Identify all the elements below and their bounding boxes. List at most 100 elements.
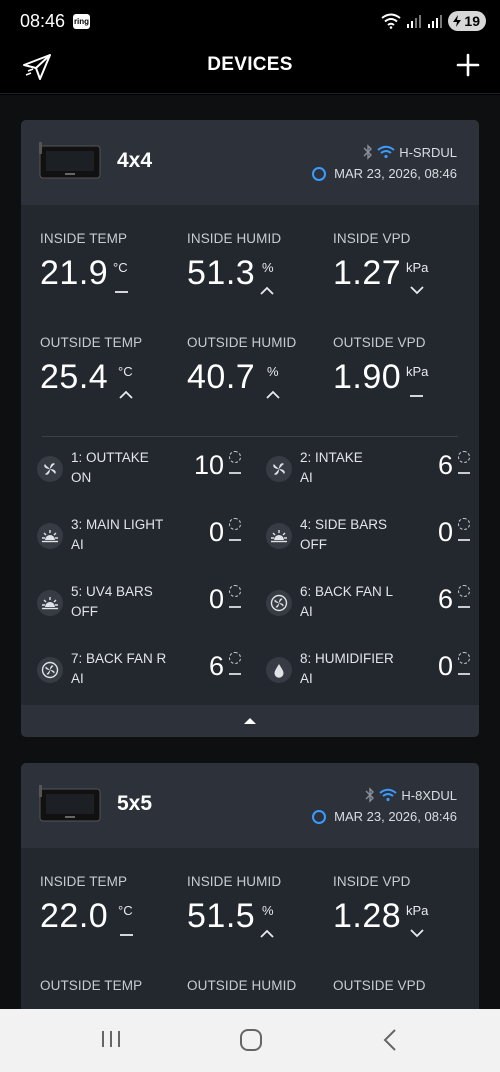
clip-fan-icon [266, 590, 292, 616]
port-level: 6 [437, 450, 453, 480]
auto-mode-icon [458, 451, 470, 463]
port-level: 10 [193, 450, 224, 480]
trend-flat-icon [229, 606, 241, 608]
metric-value: 51.3 [187, 254, 256, 292]
sensor-metrics[interactable]: INSIDE TEMP 21.9 °C INSIDE HUMID 51.3 % … [21, 205, 479, 437]
trend-flat-icon [120, 934, 133, 936]
port-7[interactable]: 7: BACK FAN R AI 6 [21, 651, 246, 701]
auto-mode-icon [458, 585, 470, 597]
port-mode: OFF [71, 604, 98, 619]
metric-label: OUTSIDE HUMID [187, 978, 297, 993]
recent-apps-button[interactable] [100, 1029, 122, 1049]
device-card-header[interactable]: 4x4 H-SRDUL MAR 23, 2026, 08:46 [21, 120, 479, 205]
device-card-header[interactable]: 5x5 H-8XDUL MAR 23, 2026, 08:46 [21, 763, 479, 848]
metric-label: INSIDE HUMID [187, 874, 282, 889]
outside-vpd-metric[interactable]: OUTSIDE VPD 1.90 kPa [333, 335, 479, 402]
wifi-status-icon [381, 13, 402, 29]
device-id: H-8XDUL [401, 787, 457, 803]
status-bar: 08:46 ring 19 [0, 0, 500, 44]
port-mode: AI [300, 470, 313, 485]
port-mode: AI [71, 537, 84, 552]
port-name: 2: INTAKE [300, 450, 363, 465]
bluetooth-icon [365, 787, 375, 803]
metric-label: INSIDE TEMP [40, 874, 128, 889]
inside-temp-metric[interactable]: INSIDE TEMP 21.9 °C [40, 231, 186, 298]
metric-unit: % [262, 903, 274, 918]
battery-level: 19 [464, 13, 480, 29]
port-level: 0 [208, 584, 224, 614]
port-5[interactable]: 5: UV4 BARS OFF 0 [21, 584, 246, 634]
outside-humid-metric[interactable]: OUTSIDE HUMID 40.7 % [187, 335, 333, 402]
sensor-metrics[interactable]: INSIDE TEMP 22.0 °C INSIDE HUMID 51.5 % … [21, 848, 479, 1009]
sync-status-icon [312, 166, 327, 181]
port-3[interactable]: 3: MAIN LIGHT AI 0 [21, 517, 246, 567]
outside-temp-metric[interactable]: OUTSIDE TEMP 25.4 °C [40, 335, 186, 402]
trend-flat-icon [410, 395, 423, 397]
sync-timestamp: MAR 23, 2026, 08:46 [334, 809, 457, 824]
metric-label: OUTSIDE HUMID [187, 335, 297, 350]
trend-up-icon [266, 390, 280, 399]
metric-unit: kPa [406, 903, 429, 918]
home-button[interactable] [239, 1028, 263, 1052]
outside-humid-metric[interactable]: OUTSIDE HUMID [187, 978, 333, 993]
trend-flat-icon [229, 472, 241, 474]
inside-vpd-metric[interactable]: INSIDE VPD 1.27 kPa [333, 231, 479, 298]
auto-mode-icon [229, 451, 241, 463]
outside-temp-metric[interactable]: OUTSIDE TEMP [40, 978, 186, 993]
port-8[interactable]: 8: HUMIDIFIER AI 0 [250, 651, 475, 701]
add-device-button[interactable] [454, 51, 482, 79]
metric-value: 21.9 [40, 254, 109, 292]
connection-row: H-SRDUL [363, 144, 457, 160]
metric-label: INSIDE VPD [333, 874, 411, 889]
device-id: H-SRDUL [399, 144, 457, 160]
back-button[interactable] [380, 1028, 400, 1052]
device-list[interactable]: 4x4 H-SRDUL MAR 23, 2026, 08:46 INSIDE T… [0, 95, 500, 1009]
port-level: 0 [437, 651, 453, 681]
light-icon [266, 523, 292, 549]
inside-humid-metric[interactable]: INSIDE HUMID 51.5 % [187, 874, 333, 941]
charging-icon [453, 15, 462, 27]
device-name: 4x4 [117, 149, 153, 172]
device-card[interactable]: 5x5 H-8XDUL MAR 23, 2026, 08:46 INSIDE T… [21, 763, 479, 1009]
collapse-button[interactable] [21, 705, 479, 737]
port-name: 7: BACK FAN R [71, 651, 167, 666]
port-1[interactable]: 1: OUTTAKE ON 10 [21, 450, 246, 500]
port-name: 5: UV4 BARS [71, 584, 153, 599]
port-6[interactable]: 6: BACK FAN L AI 6 [250, 584, 475, 634]
light-icon [37, 590, 63, 616]
trend-flat-icon [229, 539, 241, 541]
outside-vpd-metric[interactable]: OUTSIDE VPD [333, 978, 479, 993]
port-name: 4: SIDE BARS [300, 517, 388, 532]
port-mode: AI [300, 671, 313, 686]
fan-icon [266, 456, 292, 482]
trend-flat-icon [458, 539, 470, 541]
port-4[interactable]: 4: SIDE BARS OFF 0 [250, 517, 475, 567]
device-name: 5x5 [117, 792, 153, 815]
metric-value: 51.5 [187, 897, 256, 935]
metric-value: 1.28 [333, 897, 402, 935]
port-level: 0 [437, 517, 453, 547]
port-level: 0 [208, 517, 224, 547]
trend-up-icon [260, 286, 274, 295]
sync-row: MAR 23, 2026, 08:46 [312, 809, 457, 824]
trend-flat-icon [458, 472, 470, 474]
signal-icon-2 [428, 15, 443, 28]
auto-mode-icon [458, 518, 470, 530]
port-2[interactable]: 2: INTAKE AI 6 [250, 450, 475, 500]
device-card[interactable]: 4x4 H-SRDUL MAR 23, 2026, 08:46 INSIDE T… [21, 120, 479, 737]
bluetooth-icon [363, 144, 373, 160]
metric-value: 40.7 [187, 358, 256, 396]
metric-label: OUTSIDE VPD [333, 978, 426, 993]
port-name: 3: MAIN LIGHT [71, 517, 164, 532]
status-indicators: 19 [381, 11, 486, 31]
port-list[interactable]: 1: OUTTAKE ON 10 2: INTAKE AI 6 3: MAIN … [21, 437, 479, 705]
port-name: 1: OUTTAKE [71, 450, 149, 465]
inside-humid-metric[interactable]: INSIDE HUMID 51.3 % [187, 231, 333, 298]
auto-mode-icon [229, 652, 241, 664]
trend-flat-icon [229, 673, 241, 675]
caret-up-icon [244, 718, 256, 724]
inside-vpd-metric[interactable]: INSIDE VPD 1.28 kPa [333, 874, 479, 941]
status-time: 08:46 [20, 11, 66, 31]
inside-temp-metric[interactable]: INSIDE TEMP 22.0 °C [40, 874, 186, 941]
trend-flat-icon [458, 606, 470, 608]
